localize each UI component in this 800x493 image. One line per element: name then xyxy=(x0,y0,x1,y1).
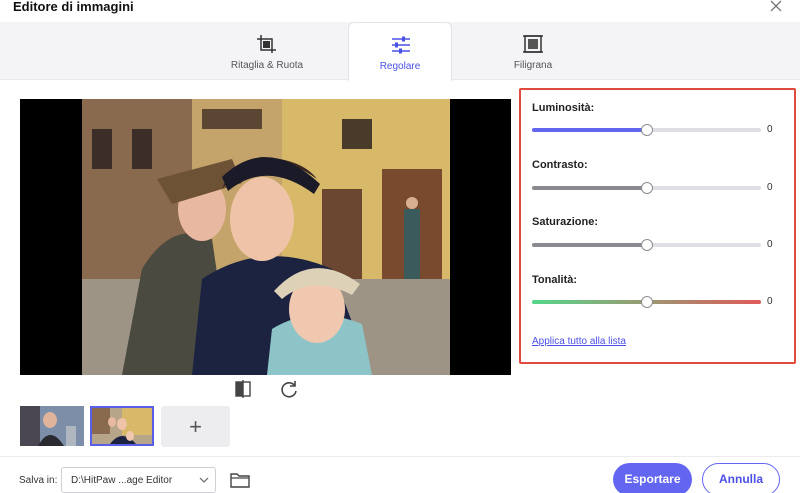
save-location-label: Salva in: xyxy=(19,475,58,486)
image-thumbnail-selected[interactable] xyxy=(90,406,154,446)
brightness-slider[interactable] xyxy=(532,124,761,136)
footer-divider xyxy=(0,456,800,457)
reset-button[interactable] xyxy=(278,378,300,400)
saturation-slider[interactable] xyxy=(532,239,761,251)
title-bar: Editore di immagini xyxy=(0,0,800,22)
thumbnail-photo xyxy=(92,408,152,444)
adjustment-panel: Luminosità: 0 Contrasto: 0 Saturazione: … xyxy=(519,88,796,364)
image-thumbnail[interactable] xyxy=(20,406,84,446)
tab-label: Ritaglia & Ruota xyxy=(230,60,304,71)
preview-photo xyxy=(82,99,450,375)
save-path-value: D:\HitPaw ...age Editor xyxy=(71,475,173,486)
rotate-icon xyxy=(281,381,297,398)
compare-button[interactable] xyxy=(233,379,253,399)
hue-slider-knob[interactable] xyxy=(640,296,653,308)
open-folder-button[interactable] xyxy=(229,470,251,490)
plus-icon: + xyxy=(189,414,202,439)
contrast-slider-knob[interactable] xyxy=(640,182,653,194)
add-image-button[interactable]: + xyxy=(161,406,230,447)
tab-watermark[interactable]: Filigrana xyxy=(481,22,585,80)
contrast-value: 0 xyxy=(767,182,773,193)
brightness-value: 0 xyxy=(767,124,773,135)
close-button[interactable] xyxy=(767,0,787,16)
apply-all-link[interactable]: Applica tutto alla lista xyxy=(532,336,626,347)
contrast-slider-fill xyxy=(532,186,647,190)
thumbnail-photo xyxy=(20,406,84,446)
save-path-dropdown[interactable]: D:\HitPaw ...age Editor xyxy=(61,467,216,493)
brightness-label: Luminosità: xyxy=(532,102,595,114)
close-icon xyxy=(770,0,782,12)
split-view-icon xyxy=(235,380,251,398)
brightness-slider-knob[interactable] xyxy=(640,124,653,136)
tab-label: Regolare xyxy=(379,61,421,72)
image-preview xyxy=(20,99,511,375)
saturation-label: Saturazione: xyxy=(532,216,599,228)
saturation-slider-knob[interactable] xyxy=(640,239,653,251)
saturation-slider-fill xyxy=(532,243,647,247)
window-title: Editore di immagini xyxy=(13,0,134,14)
watermark-icon xyxy=(523,35,543,53)
hue-label: Tonalità: xyxy=(532,274,578,286)
contrast-label: Contrasto: xyxy=(532,159,588,171)
hue-value: 0 xyxy=(767,296,773,307)
folder-icon xyxy=(230,473,250,488)
chevron-down-icon xyxy=(199,477,209,483)
cancel-button[interactable]: Annulla xyxy=(702,463,780,493)
tab-adjust[interactable]: Regolare xyxy=(348,22,452,81)
tool-tab-bar: Ritaglia & Ruota Regolare Filigrana xyxy=(0,22,800,81)
crop-icon xyxy=(257,35,276,53)
brightness-slider-fill xyxy=(532,128,647,132)
sliders-icon xyxy=(392,36,410,54)
export-button[interactable]: Esportare xyxy=(613,463,692,493)
saturation-value: 0 xyxy=(767,239,773,250)
contrast-slider[interactable] xyxy=(532,182,761,194)
tab-crop-rotate[interactable]: Ritaglia & Ruota xyxy=(215,22,319,80)
tab-label: Filigrana xyxy=(513,60,553,71)
hue-slider[interactable] xyxy=(532,296,761,308)
